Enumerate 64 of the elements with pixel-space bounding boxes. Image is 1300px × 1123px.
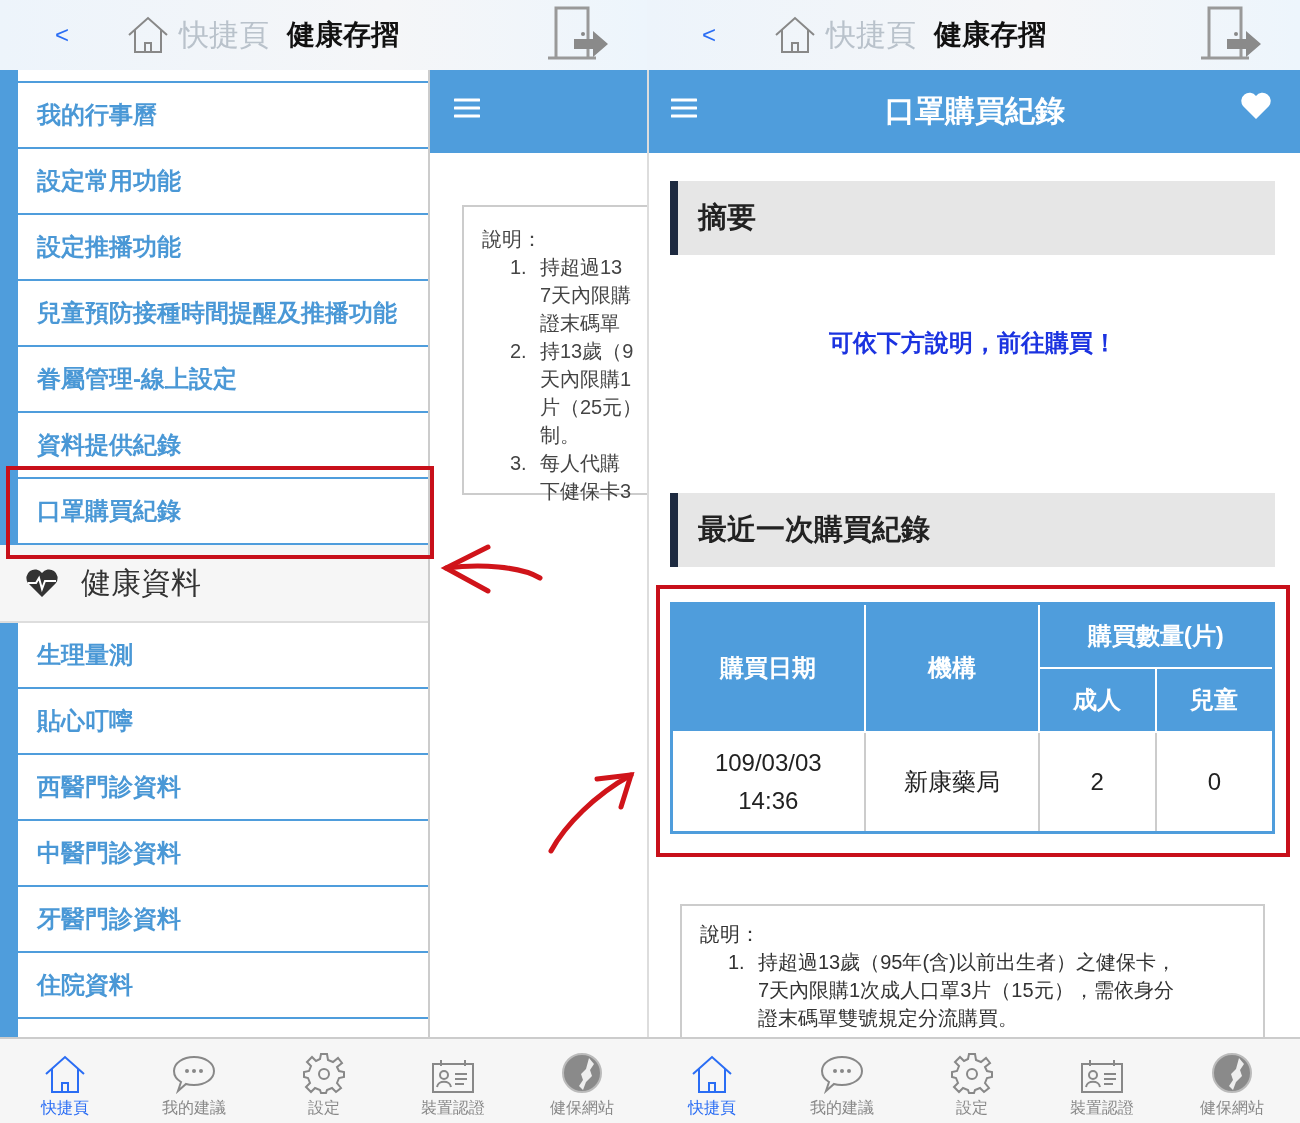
list-number: 1. [727,950,746,975]
table-cell: 2 [1038,732,1156,833]
home-icon [43,1054,86,1094]
tab-item[interactable]: 快捷頁 [647,1039,777,1123]
home-icon [691,1054,733,1094]
note-line: 持超過13 [540,255,624,280]
note-line: 持13歲（9 [540,339,635,364]
home-icon[interactable] [127,16,169,54]
tab-item[interactable]: 健保網站 [1167,1039,1297,1123]
back-button[interactable]: < [55,21,125,49]
app-title: 健康存摺 [287,18,399,52]
chat-icon [172,1054,217,1094]
column-header: 機構 [864,603,1039,732]
id-card-icon [1080,1058,1124,1094]
back-button[interactable]: < [702,21,772,49]
home-label[interactable]: 快捷頁 [179,14,269,56]
heartbeat-icon [25,568,59,598]
column-header: 兒童 [1155,668,1274,732]
note-line: 7天內限購1次成人口罩3片（15元），需依身分 [758,978,1175,1003]
note-line: 每人代購 [540,451,621,476]
note-line: 片（25元） [540,395,643,420]
tab-item[interactable]: 裝置認證 [388,1039,518,1123]
globe-icon [1211,1052,1253,1094]
list-number: 3. [509,451,528,476]
tab-item[interactable]: 設定 [907,1039,1037,1123]
table-cell: 0 [1155,732,1274,833]
column-header: 購買日期 [671,603,865,732]
table-cell: 新康藥局 [864,732,1039,833]
globe-icon [561,1052,604,1094]
notice-text: 可依下方說明，前往購買！ [828,328,1117,358]
home-icon[interactable] [774,16,816,54]
note-line: 7天內限購 [540,283,632,308]
note-line: 下健保卡3 [540,479,632,504]
home-label[interactable]: 快捷頁 [826,14,916,56]
tab-item[interactable]: 裝置認證 [1037,1039,1167,1123]
heart-icon[interactable] [1240,92,1272,120]
tab-item[interactable]: 快捷頁 [0,1039,130,1123]
id-card-icon [430,1058,475,1094]
note-title: 說明： [482,227,543,252]
note-line: 證末碼單雙號規定分流購買。 [758,1006,1019,1031]
menu-icon[interactable] [671,98,697,118]
note-line: 天內限購1 [540,367,633,392]
list-number: 1. [509,255,528,280]
tab-item[interactable]: 我的建議 [777,1039,907,1123]
settings-icon [302,1052,345,1094]
table-cell: 109/03/03 14:36 [671,732,865,833]
note-line: 制。 [540,423,581,448]
section-title: 健康資料 [81,564,201,601]
column-header: 購買數量(片) [1038,603,1274,668]
note-title: 說明： [700,922,761,947]
page-title: 口罩購買紀錄 [884,93,1065,129]
settings-icon [951,1052,993,1094]
list-number: 2. [509,339,528,364]
note-line: 持超過13歲（95年(含)以前出生者）之健保卡， [758,950,1177,975]
app-title: 健康存摺 [934,18,1046,52]
tab-item[interactable]: 健保網站 [517,1039,648,1123]
chat-icon [820,1054,864,1094]
tab-item[interactable]: 我的建議 [129,1039,259,1123]
column-header: 成人 [1038,668,1156,732]
menu-icon[interactable] [454,98,480,118]
section-title: 最近一次購買紀錄 [698,512,930,547]
note-line: 證末碼單 [540,311,621,336]
tab-item[interactable]: 設定 [258,1039,389,1123]
section-title: 摘要 [698,200,756,235]
